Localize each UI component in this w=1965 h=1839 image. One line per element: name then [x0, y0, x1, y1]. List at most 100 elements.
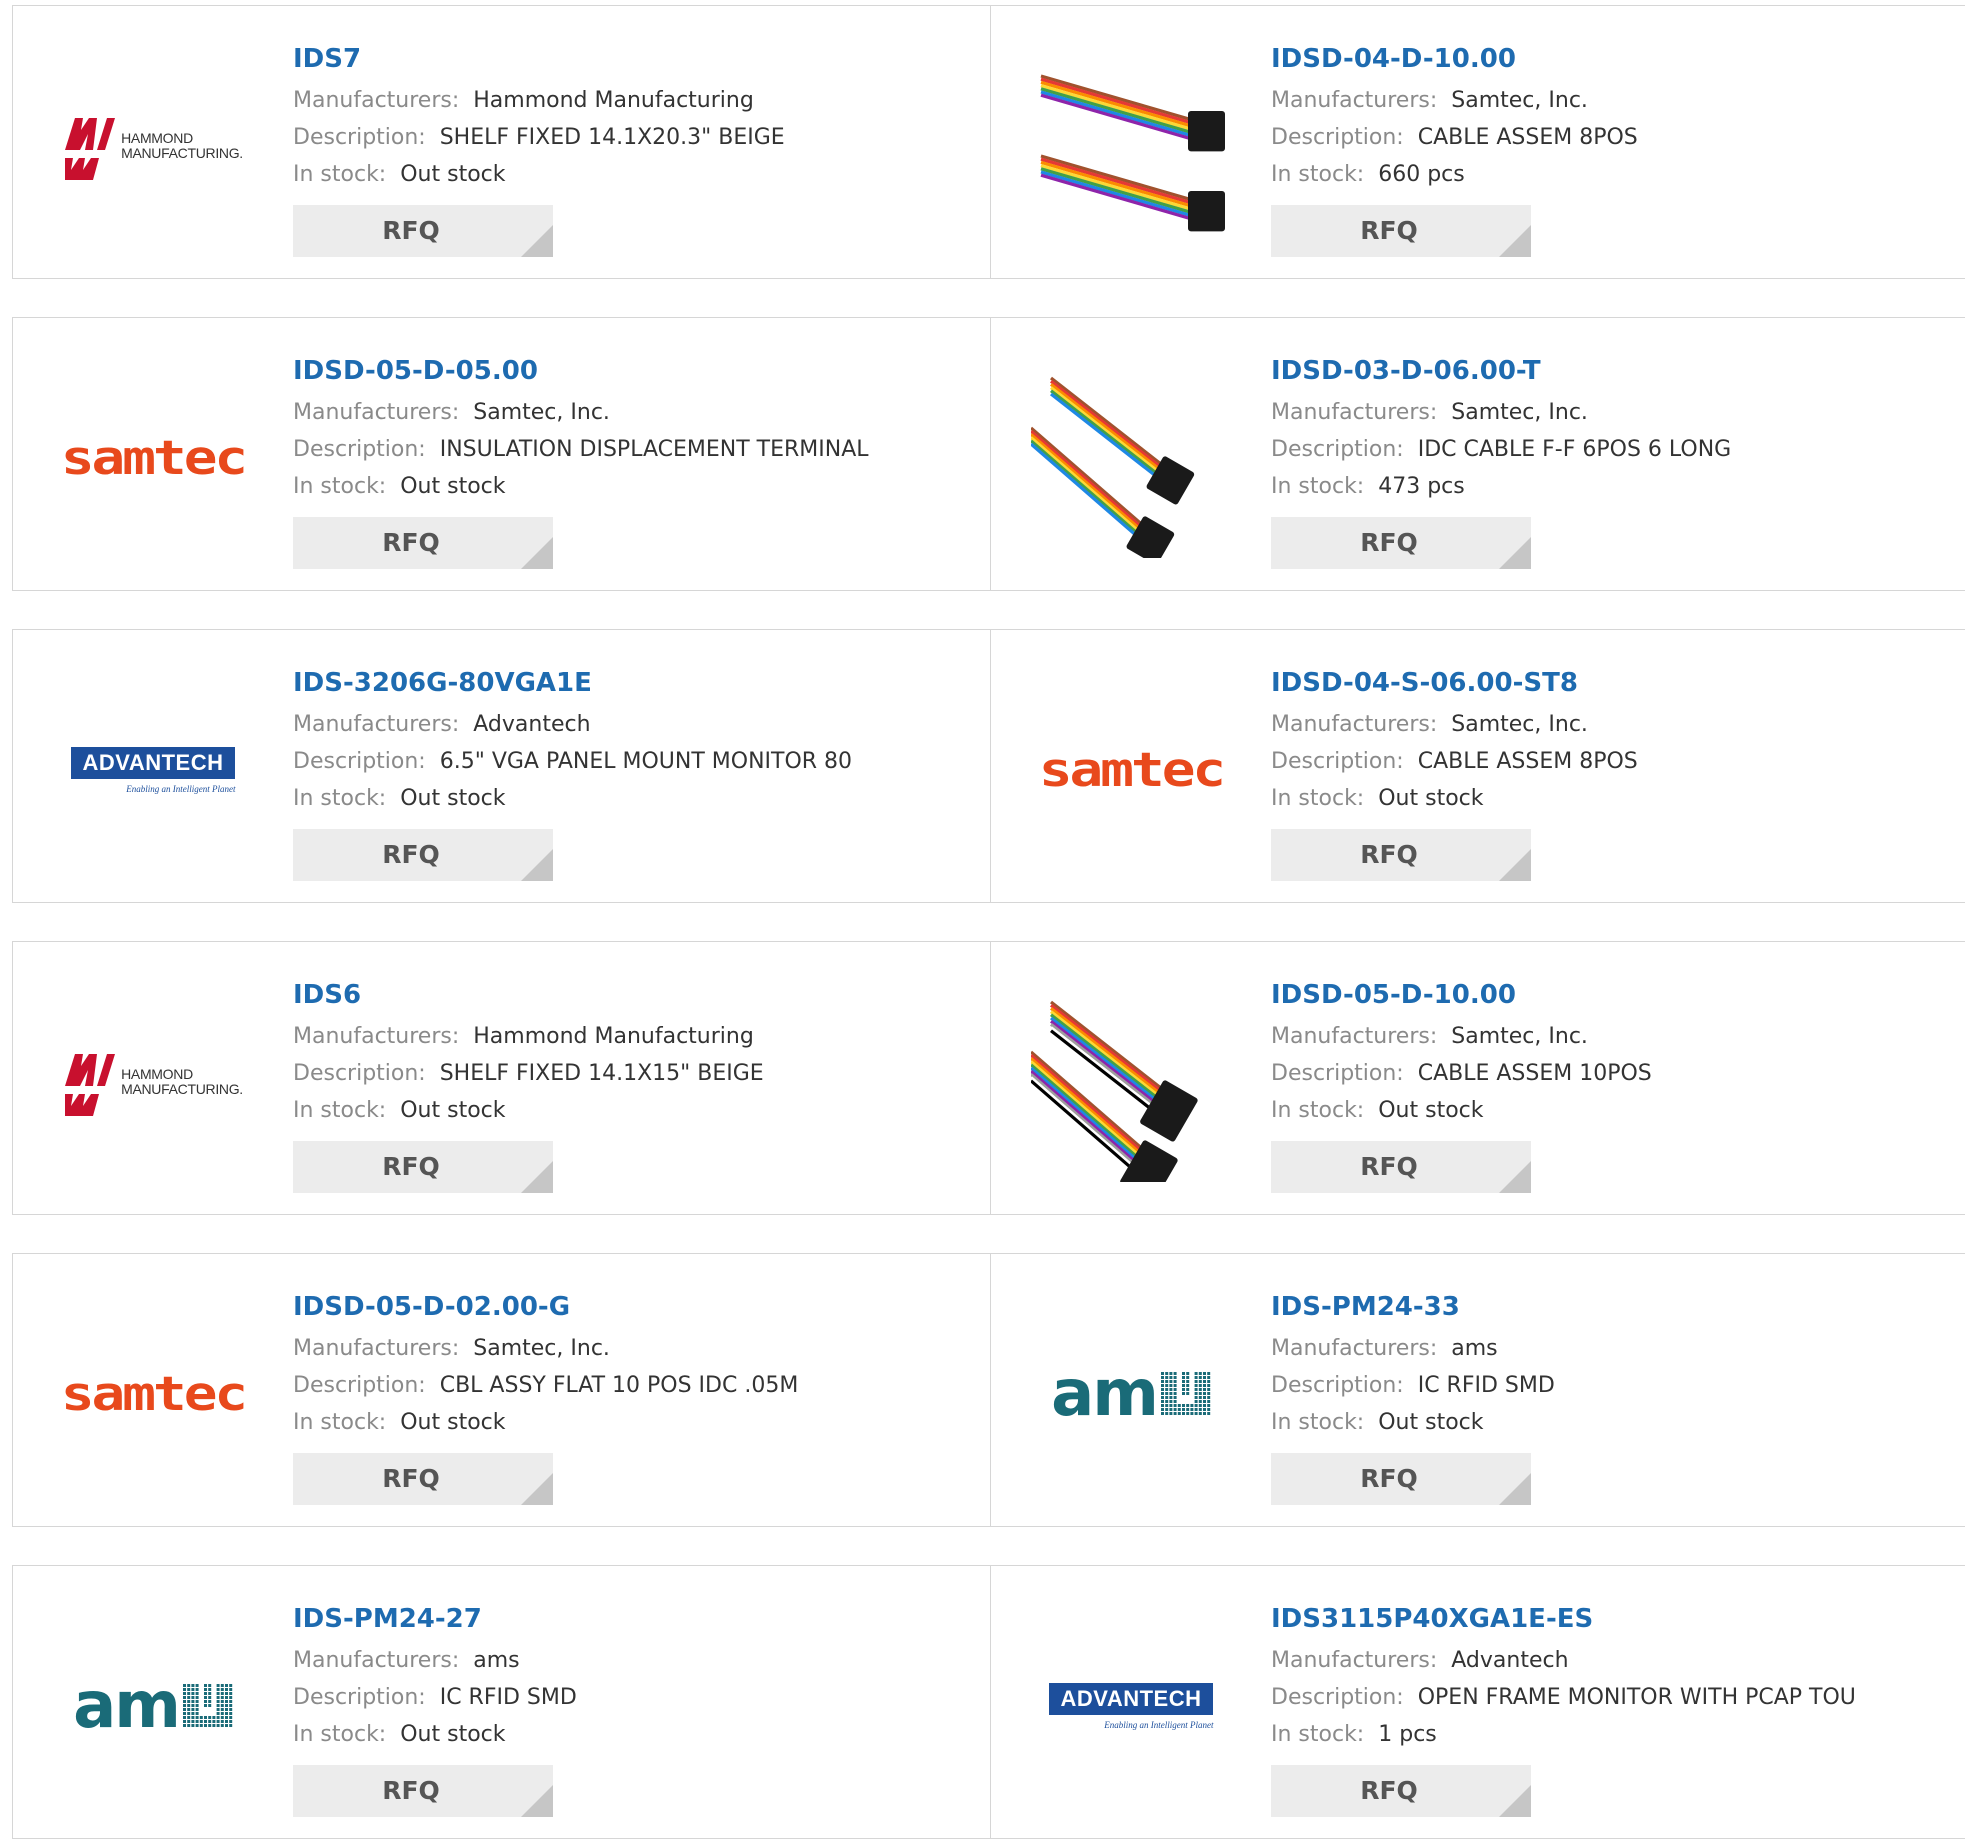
- product-info: IDS-PM24-27 Manufacturers: ams Descriptio…: [293, 1596, 981, 1753]
- stock-value: Out stock: [400, 162, 506, 187]
- manufacturer-row: Manufacturers: Hammond Manufacturing: [293, 1018, 981, 1055]
- stock-label: In stock:: [293, 786, 387, 811]
- description-row: Description: CABLE ASSEM 8POS: [1271, 743, 1965, 780]
- part-number-link[interactable]: IDSD-05-D-02.00-G: [293, 1284, 981, 1330]
- manufacturer-label: Manufacturers:: [293, 1336, 460, 1361]
- corner-fold-icon: [1499, 1785, 1531, 1817]
- corner-fold-icon: [1499, 1161, 1531, 1193]
- product-image[interactable]: [1031, 982, 1231, 1182]
- product-image[interactable]: HAMMOND MANUFACTURING.: [53, 982, 253, 1182]
- rfq-button[interactable]: RFQ: [1271, 1453, 1531, 1505]
- description-row: Description: CABLE ASSEM 10POS: [1271, 1055, 1965, 1092]
- rfq-button[interactable]: RFQ: [293, 1765, 553, 1817]
- part-number-link[interactable]: IDS-3206G-80VGA1E: [293, 660, 981, 706]
- manufacturer-value: ams: [1451, 1336, 1498, 1361]
- rfq-button[interactable]: RFQ: [293, 829, 553, 881]
- product-image[interactable]: samtec: [53, 1294, 253, 1494]
- description-label: Description:: [293, 125, 426, 150]
- part-number-link[interactable]: IDSD-03-D-06.00-T: [1271, 348, 1965, 394]
- description-label: Description:: [1271, 1685, 1404, 1710]
- description-row: Description: 6.5" VGA PANEL MOUNT MONITOR…: [293, 743, 981, 780]
- manufacturer-label: Manufacturers:: [1271, 400, 1438, 425]
- description-label: Description:: [1271, 1061, 1404, 1086]
- part-number-link[interactable]: IDSD-05-D-05.00: [293, 348, 981, 394]
- description-value: CBL ASSY FLAT 10 POS IDC .05M: [439, 1373, 799, 1398]
- rfq-button[interactable]: RFQ: [1271, 517, 1531, 569]
- samtec-logo: samtec: [60, 1366, 248, 1422]
- rfq-button[interactable]: RFQ: [1271, 205, 1531, 257]
- advantech-logo-wordmark: ADVANTECH: [70, 746, 236, 779]
- product-card: IDSD-05-D-10.00 Manufacturers: Samtec, In…: [990, 941, 1965, 1215]
- description-label: Description:: [293, 1685, 426, 1710]
- rfq-button[interactable]: RFQ: [1271, 1765, 1531, 1817]
- advantech-logo-tagline: Enabling an Intelligent Planet: [1104, 1719, 1214, 1730]
- manufacturer-value: Samtec, Inc.: [1451, 712, 1588, 737]
- part-number-link[interactable]: IDS-PM24-33: [1271, 1284, 1965, 1330]
- corner-fold-icon: [521, 1161, 553, 1193]
- part-number-link[interactable]: IDS-PM24-27: [293, 1596, 981, 1642]
- manufacturer-value: Advantech: [1451, 1648, 1569, 1673]
- stock-label: In stock:: [1271, 162, 1365, 187]
- stock-label: In stock:: [1271, 1722, 1365, 1747]
- rfq-button[interactable]: RFQ: [293, 1141, 553, 1193]
- manufacturer-row: Manufacturers: Samtec, Inc.: [293, 394, 981, 431]
- description-row: Description: IC RFID SMD: [1271, 1367, 1965, 1404]
- product-image[interactable]: ADVANTECH Enabling an Intelligent Planet: [53, 670, 253, 870]
- hammond-logo: HAMMOND MANUFACTURING.: [63, 1046, 243, 1118]
- part-number-link[interactable]: IDSD-05-D-10.00: [1271, 972, 1965, 1018]
- stock-value: 1 pcs: [1378, 1722, 1437, 1747]
- advantech-logo-wordmark: ADVANTECH: [1048, 1682, 1214, 1715]
- corner-fold-icon: [521, 225, 553, 257]
- hammond-logo-line2: MANUFACTURING.: [121, 1081, 243, 1097]
- manufacturer-label: Manufacturers:: [293, 1648, 460, 1673]
- product-image[interactable]: [1031, 46, 1231, 246]
- product-image[interactable]: [1031, 358, 1231, 558]
- advantech-logo: ADVANTECH Enabling an Intelligent Planet: [1048, 1682, 1214, 1730]
- product-image[interactable]: am: [53, 1606, 253, 1806]
- rfq-label: RFQ: [382, 216, 440, 245]
- product-info: IDSD-05-D-10.00 Manufacturers: Samtec, In…: [1271, 972, 1965, 1129]
- product-image[interactable]: ADVANTECH Enabling an Intelligent Planet: [1031, 1606, 1231, 1806]
- hammond-logo-line1: HAMMOND: [121, 1066, 193, 1082]
- corner-fold-icon: [521, 849, 553, 881]
- stock-row: In stock: 473 pcs: [1271, 468, 1965, 505]
- manufacturer-row: Manufacturers: ams: [1271, 1330, 1965, 1367]
- stock-label: In stock:: [293, 474, 387, 499]
- part-number-link[interactable]: IDSD-04-S-06.00-ST8: [1271, 660, 1965, 706]
- product-image[interactable]: samtec: [1031, 670, 1231, 870]
- manufacturer-row: Manufacturers: Samtec, Inc.: [293, 1330, 981, 1367]
- rfq-label: RFQ: [1360, 1776, 1418, 1805]
- part-number-link[interactable]: IDSD-04-D-10.00: [1271, 36, 1965, 82]
- rfq-label: RFQ: [1360, 1464, 1418, 1493]
- rfq-button[interactable]: RFQ: [293, 205, 553, 257]
- stock-row: In stock: Out stock: [1271, 1404, 1965, 1441]
- product-image[interactable]: am: [1031, 1294, 1231, 1494]
- product-info: IDS7 Manufacturers: Hammond Manufacturing…: [293, 36, 981, 193]
- description-value: SHELF FIXED 14.1X20.3" BEIGE: [439, 125, 785, 150]
- part-number-link[interactable]: IDS3115P40XGA1E-ES: [1271, 1596, 1965, 1642]
- description-value: INSULATION DISPLACEMENT TERMINAL: [439, 437, 869, 462]
- manufacturer-row: Manufacturers: Samtec, Inc.: [1271, 394, 1965, 431]
- product-image[interactable]: HAMMOND MANUFACTURING.: [53, 46, 253, 246]
- rfq-button[interactable]: RFQ: [293, 517, 553, 569]
- rfq-button[interactable]: RFQ: [293, 1453, 553, 1505]
- rfq-button[interactable]: RFQ: [1271, 829, 1531, 881]
- stock-value: Out stock: [1378, 786, 1484, 811]
- part-number-link[interactable]: IDS7: [293, 36, 981, 82]
- description-value: IC RFID SMD: [1417, 1373, 1555, 1398]
- manufacturer-label: Manufacturers:: [1271, 88, 1438, 113]
- description-label: Description:: [293, 1061, 426, 1086]
- description-label: Description:: [293, 1373, 426, 1398]
- product-card: samtec IDSD-04-S-06.00-ST8 Manufacturers…: [990, 629, 1965, 903]
- description-value: OPEN FRAME MONITOR WITH PCAP TOU: [1417, 1685, 1856, 1710]
- part-number-link[interactable]: IDS6: [293, 972, 981, 1018]
- manufacturer-label: Manufacturers:: [1271, 712, 1438, 737]
- ams-grid-icon: [182, 1684, 233, 1727]
- product-info: IDS6 Manufacturers: Hammond Manufacturing…: [293, 972, 981, 1129]
- manufacturer-row: Manufacturers: Hammond Manufacturing: [293, 82, 981, 119]
- product-image[interactable]: samtec: [53, 358, 253, 558]
- description-label: Description:: [1271, 125, 1404, 150]
- rfq-button[interactable]: RFQ: [1271, 1141, 1531, 1193]
- stock-value: Out stock: [400, 1410, 506, 1435]
- stock-label: In stock:: [293, 1722, 387, 1747]
